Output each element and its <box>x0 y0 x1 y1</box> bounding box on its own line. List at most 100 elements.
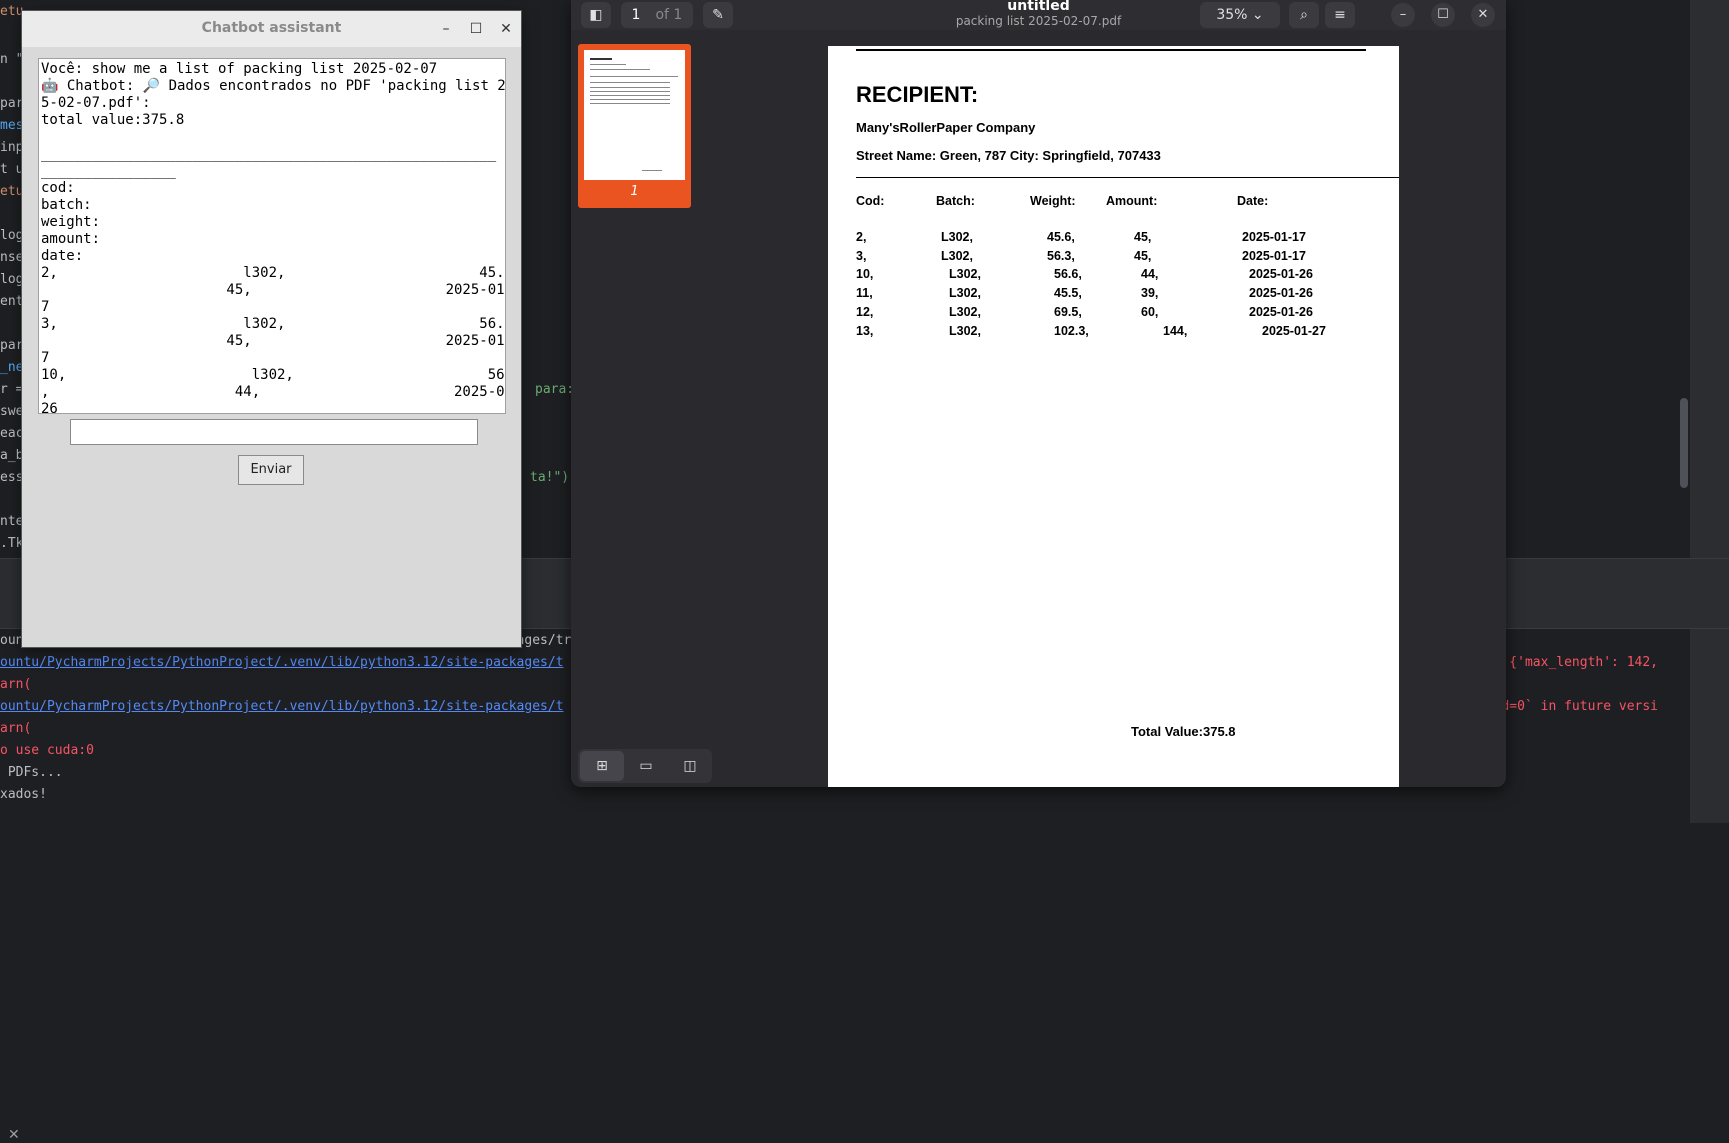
document-filename: packing list 2025-02-07.pdf <box>955 14 1122 28</box>
thumbnail-page-number: 1 <box>630 184 639 199</box>
code-line: a_b <box>0 448 24 463</box>
message-input[interactable] <box>70 419 478 445</box>
sidebar-toggle-icon[interactable]: ◧ <box>581 2 611 28</box>
table-cell: 144, <box>1163 323 1188 338</box>
table-cell: 2025-01-17 <box>1242 230 1306 244</box>
code-line: ent <box>0 294 24 309</box>
page-count: of 1 <box>655 7 683 23</box>
table-cell: 3, <box>856 248 867 263</box>
pdf-page: RECIPIENT: Many'sRollerPaper Company Str… <box>828 46 1399 787</box>
table-cell: 2025-01-27 <box>1262 323 1326 338</box>
code-line: log <box>0 228 24 243</box>
search-icon[interactable]: ⌕ <box>1289 2 1319 28</box>
console-line: arn( <box>0 721 32 736</box>
close-icon[interactable]: ✕ <box>1471 3 1495 27</box>
console-line: arn( <box>0 677 32 692</box>
table-cell: 60, <box>1141 304 1159 319</box>
pdf-headerbar[interactable]: ◧ 1 of 1 ✎ untitled packing list 2025-02… <box>571 0 1506 30</box>
page-selector[interactable]: 1 of 1 <box>621 2 693 28</box>
console-line: PDFs... <box>0 765 63 780</box>
table-cell: 45, <box>1134 248 1152 263</box>
code-line: par <box>0 338 24 353</box>
bookmarks-icon[interactable]: ◫ <box>668 751 712 781</box>
close-icon[interactable]: ✕ <box>8 1127 20 1143</box>
console-link[interactable]: ountu/PycharmProjects/PythonProject/.ven… <box>0 655 564 670</box>
code-fragment: ta!") <box>530 470 570 485</box>
chatbot-window: Chatbot assistant – ☐ ✕ Você: show me a … <box>22 11 521 647</box>
thumbnail-preview <box>584 50 685 180</box>
table-cell: L302, <box>949 323 981 338</box>
recipient-company: Many'sRollerPaper Company <box>856 120 1036 135</box>
table-cell: 12, <box>856 304 874 319</box>
table-cell: 45, <box>1134 230 1152 244</box>
table-cell: 56.3, <box>1047 248 1075 263</box>
annotate-pen-icon[interactable]: ✎ <box>703 2 733 28</box>
total-value: Total Value:375.8 <box>1131 724 1236 739</box>
console-link[interactable]: ountu/PycharmProjects/PythonProject/.ven… <box>0 699 564 714</box>
minimize-icon[interactable]: – <box>1391 3 1415 27</box>
code-line: nse <box>0 250 24 265</box>
column-header: Cod: <box>856 194 885 208</box>
table-cell: 2025-01-26 <box>1249 304 1313 319</box>
chevron-down-icon: ⌄ <box>1251 7 1264 23</box>
table-cell: L302, <box>941 230 973 244</box>
maximize-button[interactable]: ☐ <box>465 18 487 40</box>
column-header: Date: <box>1237 194 1269 208</box>
table-cell: L302, <box>949 304 981 319</box>
table-cell: 45.5, <box>1054 286 1082 301</box>
recipient-address: Street Name: Green, 787 City: Springfiel… <box>856 148 1161 163</box>
table-cell: 45.6, <box>1047 230 1075 244</box>
table-cell: 69.5, <box>1054 304 1082 319</box>
table-cell: 56.6, <box>1054 267 1082 282</box>
table-cell: 2025-01-17 <box>1242 248 1306 263</box>
code-line: _ne <box>0 360 24 375</box>
close-button[interactable]: ✕ <box>495 18 517 40</box>
thumbnail-sidebar: 1 ⊞ ▭ ◫ <box>571 30 720 787</box>
table-cell: L302, <box>949 286 981 301</box>
code-fragment: para: <box>535 382 575 397</box>
table-cell: 102.3, <box>1054 323 1089 338</box>
minimize-button[interactable]: – <box>435 18 457 40</box>
document-title: untitled <box>1007 0 1070 14</box>
code-line: etu <box>0 184 24 199</box>
code-line: r = <box>0 382 24 397</box>
code-line: eac <box>0 426 24 441</box>
code-line: nte <box>0 514 24 529</box>
recipient-heading: RECIPIENT: <box>856 82 979 107</box>
page-thumbnail[interactable]: 1 <box>578 44 691 208</box>
page-divider <box>856 177 1399 178</box>
table-cell: 2025-01-26 <box>1249 286 1313 301</box>
code-line: mes <box>0 118 24 133</box>
table-cell: L302, <box>941 248 973 263</box>
console-line: xados! <box>0 787 47 802</box>
column-header: Batch: <box>936 194 975 208</box>
conversation-text: Você: show me a list of packing list 202… <box>41 61 506 414</box>
table-cell: 2, <box>856 230 867 244</box>
table-cell: 2025-01-26 <box>1249 267 1313 282</box>
code-line: inp <box>0 140 24 155</box>
code-line: .Tk <box>0 536 24 551</box>
column-header: Weight: <box>1030 194 1076 208</box>
code-line: n " <box>0 52 24 67</box>
ide-right-toolbar <box>1690 0 1729 823</box>
table-cell: 39, <box>1141 286 1159 301</box>
code-line: swe <box>0 404 24 419</box>
code-line: ess <box>0 470 24 485</box>
code-line: par <box>0 96 24 111</box>
table-cell: 13, <box>856 323 874 338</box>
maximize-icon[interactable]: ☐ <box>1431 3 1455 27</box>
conversation-textbox[interactable]: Você: show me a list of packing list 202… <box>38 58 506 414</box>
editor-scrollbar[interactable] <box>1680 398 1688 488</box>
send-button[interactable]: Enviar <box>238 455 304 485</box>
code-line: etu <box>0 4 24 19</box>
zoom-dropdown[interactable]: 35% ⌄ <box>1200 2 1280 28</box>
page-number[interactable]: 1 <box>621 2 651 28</box>
chatbot-titlebar[interactable]: Chatbot assistant – ☐ ✕ <box>22 11 521 47</box>
thumbnails-grid-icon[interactable]: ⊞ <box>580 751 624 781</box>
code-line: t u <box>0 162 24 177</box>
zoom-level: 35% <box>1216 7 1248 23</box>
column-header: Amount: <box>1106 194 1158 208</box>
annotations-icon[interactable]: ▭ <box>624 751 668 781</box>
menu-icon[interactable]: ≡ <box>1325 2 1355 28</box>
sidebar-view-switcher: ⊞ ▭ ◫ <box>578 749 712 783</box>
